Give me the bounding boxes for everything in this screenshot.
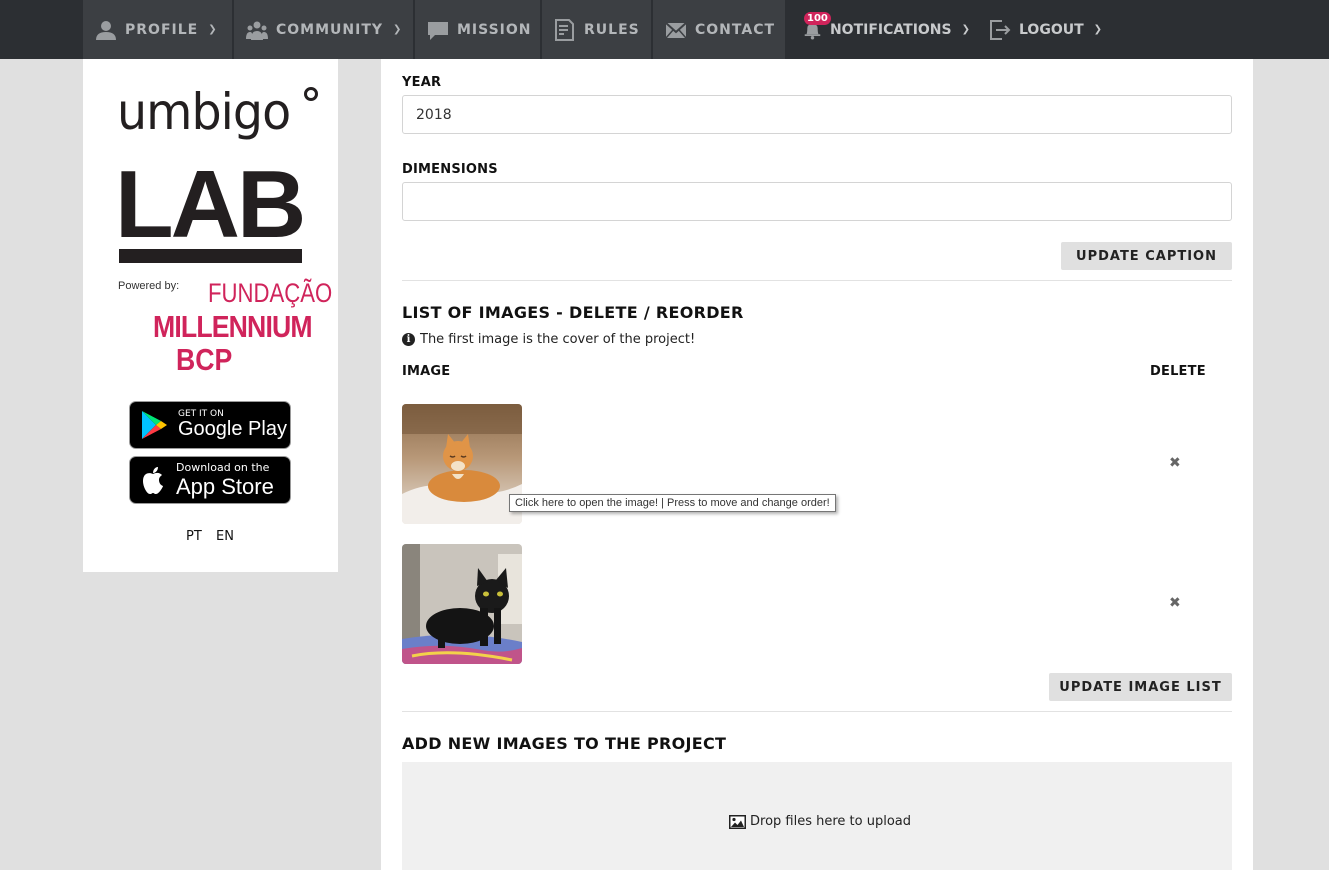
nav-logout[interactable]: LOGOUT ❯ [977, 0, 1107, 59]
document-edit-icon [555, 18, 574, 41]
google-play-button[interactable]: GET IT ON Google Play [129, 401, 291, 449]
language-en-link[interactable]: EN [216, 529, 234, 544]
chevron-down-icon: ❯ [208, 24, 218, 35]
nav-profile-label: PROFILE [125, 21, 199, 38]
black-cat-photo [402, 544, 522, 664]
nav-community-label: COMMUNITY [276, 21, 384, 38]
sponsor-logo-line-1: FUNDAÇÃO [208, 278, 333, 308]
file-dropzone[interactable]: Drop files here to upload [402, 762, 1232, 870]
powered-by-label: Powered by: [118, 280, 180, 292]
nav-mission[interactable]: MISSION [415, 0, 540, 59]
app-store-button[interactable]: Download on the App Store [129, 456, 291, 504]
nav-community[interactable]: COMMUNITY ❯ [234, 0, 413, 59]
cover-info: i The first image is the cover of the pr… [402, 332, 695, 347]
year-input[interactable] [402, 95, 1232, 134]
community-icon [246, 21, 268, 40]
logo-lab-text: LAB [115, 151, 306, 258]
logo-underline-bar [119, 249, 302, 263]
chevron-down-icon: ❯ [961, 24, 971, 35]
sponsor-logo-line-2: MILLENNIUM [153, 309, 313, 344]
nav-rules[interactable]: RULES [542, 0, 651, 59]
image-icon [729, 814, 746, 829]
nav-contact[interactable]: CONTACT [653, 0, 785, 59]
main-content: YEAR DIMENSIONS UPDATE CAPTION LIST OF I… [381, 59, 1253, 870]
language-pt-link[interactable]: PT [186, 529, 202, 544]
nav-rules-label: RULES [584, 21, 640, 38]
section-divider [402, 711, 1232, 712]
app-store-big-text: App Store [176, 473, 274, 499]
update-image-list-button[interactable]: UPDATE IMAGE LIST [1049, 673, 1232, 701]
logout-icon [990, 19, 1011, 40]
user-icon [96, 20, 116, 40]
app-store-small-text: Download on the [176, 461, 270, 475]
delete-image-icon[interactable]: ✖ [1169, 595, 1181, 611]
nav-contact-label: CONTACT [695, 21, 776, 38]
year-label: YEAR [402, 75, 442, 90]
chevron-down-icon: ❯ [1093, 24, 1104, 35]
cover-info-text: The first image is the cover of the proj… [420, 332, 696, 347]
google-play-icon [142, 411, 167, 439]
top-navigation: PROFILE ❯ COMMUNITY ❯ MISSION RULES CONT… [0, 0, 1329, 59]
nav-notifications[interactable]: NOTIFICATIONS ❯ [791, 0, 971, 59]
sidebar: umbigo LAB Powered by: FUNDAÇÃO MILLENNI… [83, 59, 338, 572]
image-thumbnail[interactable] [402, 404, 522, 524]
dimensions-label: DIMENSIONS [402, 162, 498, 177]
update-caption-button[interactable]: UPDATE CAPTION [1061, 242, 1232, 270]
logo-degree-mark [304, 87, 318, 101]
section-divider [402, 280, 1232, 281]
image-list-heading: LIST OF IMAGES - DELETE / REORDER [402, 303, 744, 322]
google-play-big-text: Google Play [178, 418, 287, 441]
image-tooltip: Click here to open the image! | Press to… [509, 494, 836, 512]
nav-profile[interactable]: PROFILE ❯ [83, 0, 232, 59]
dropzone-text: Drop files here to upload [750, 814, 911, 829]
apple-icon [143, 467, 163, 494]
ginger-cat-photo [402, 404, 522, 524]
image-column-header: IMAGE [402, 364, 451, 379]
nav-mission-label: MISSION [457, 21, 532, 38]
image-thumbnail[interactable] [402, 544, 522, 664]
delete-image-icon[interactable]: ✖ [1169, 455, 1181, 471]
dropzone-message: Drop files here to upload [729, 814, 911, 829]
logo-umbigo-text: umbigo [117, 83, 291, 141]
nav-notifications-label: NOTIFICATIONS [829, 21, 952, 38]
chevron-down-icon: ❯ [393, 24, 403, 35]
delete-column-header: DELETE [1150, 364, 1206, 379]
info-icon: i [402, 333, 415, 346]
envelope-icon [665, 21, 687, 38]
speech-bubble-icon [428, 21, 448, 40]
notification-count-badge: 100 [804, 12, 831, 25]
add-images-heading: ADD NEW IMAGES TO THE PROJECT [402, 734, 727, 753]
dimensions-input[interactable] [402, 182, 1232, 221]
sponsor-logo-line-3: BCP [176, 342, 233, 377]
nav-logout-label: LOGOUT [1019, 21, 1084, 38]
